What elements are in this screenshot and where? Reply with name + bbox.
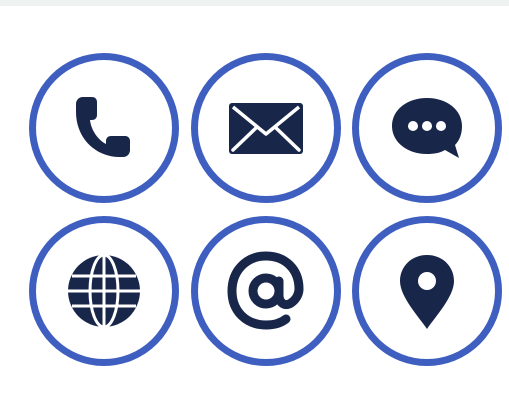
location-pin-icon-circle — [352, 216, 502, 366]
at-sign-icon-circle — [191, 216, 341, 366]
envelope-icon — [229, 103, 303, 154]
globe-icon-circle — [29, 216, 179, 366]
globe-icon — [68, 253, 140, 329]
location-pin-icon — [400, 255, 454, 329]
envelope-icon-circle — [191, 53, 341, 203]
chat-bubble-icon — [392, 98, 462, 158]
contact-icon-grid — [0, 0, 509, 404]
contact-icons-panel — [0, 0, 509, 404]
phone-icon-circle — [29, 53, 179, 203]
phone-icon — [76, 97, 130, 157]
at-sign-icon — [227, 251, 304, 330]
chat-bubble-icon-circle — [352, 53, 502, 203]
